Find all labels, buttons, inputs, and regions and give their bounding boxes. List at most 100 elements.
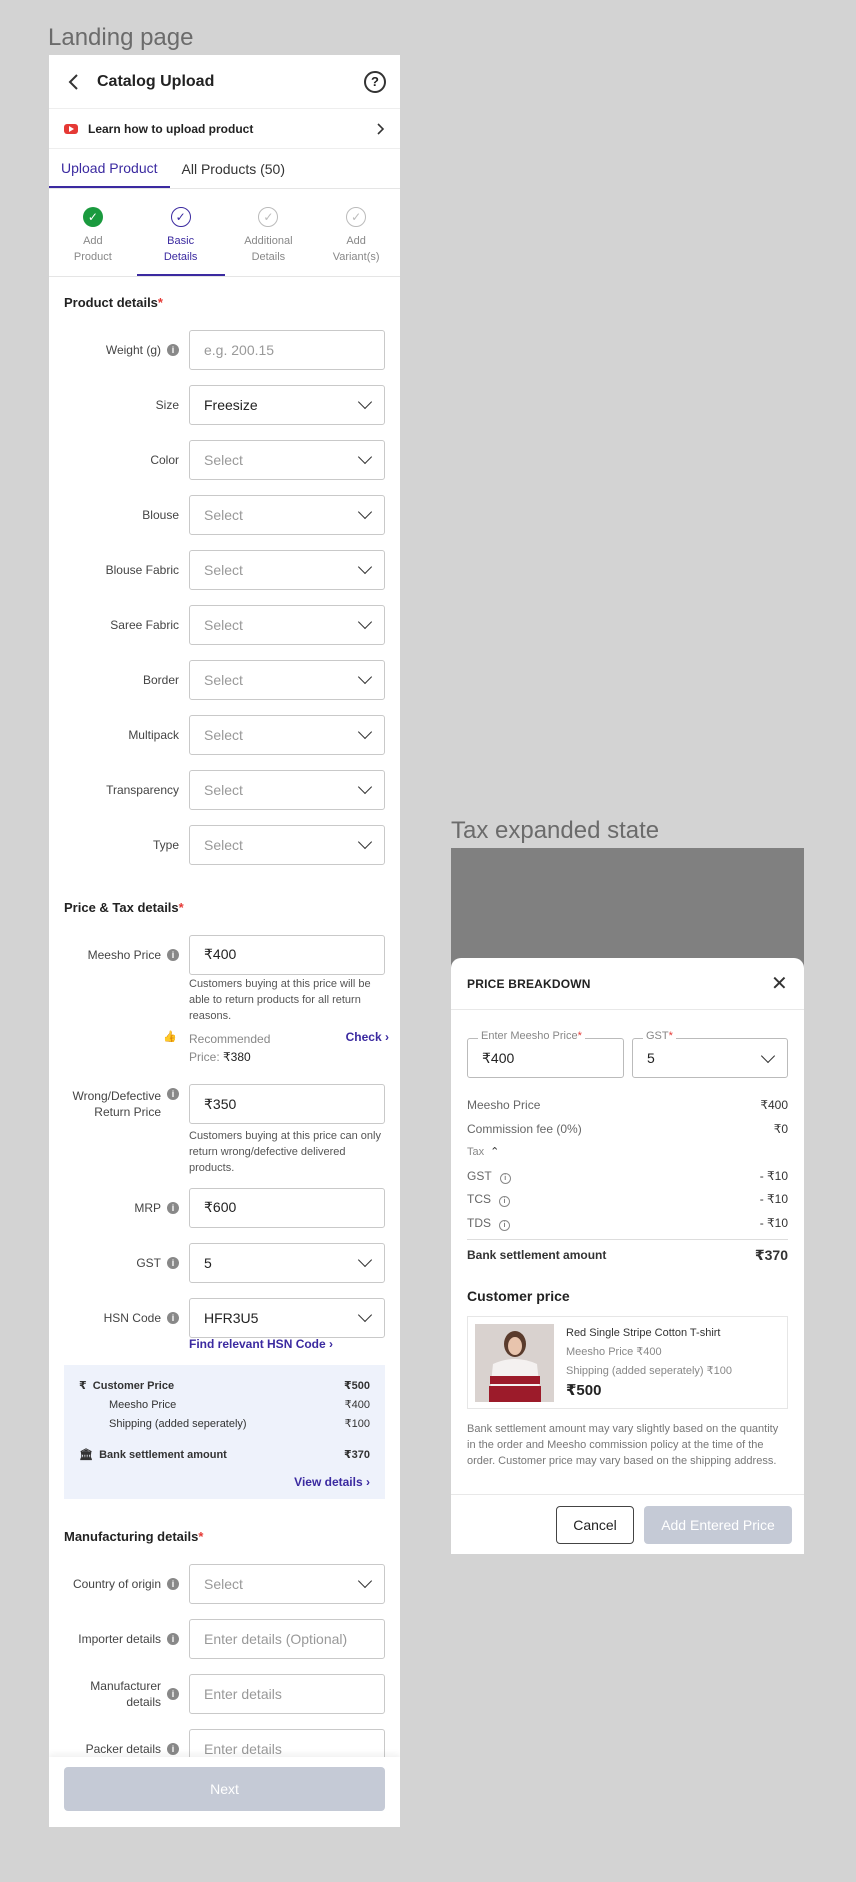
chevron-down-icon	[357, 394, 373, 410]
manufacturer-input[interactable]: Enter details	[189, 1673, 385, 1714]
hsn-select[interactable]: HFR3U5	[189, 1297, 385, 1338]
blouse-fabric-select[interactable]: Select	[189, 549, 385, 590]
summary-label: Meesho Price	[109, 1399, 177, 1411]
info-icon[interactable]: i	[167, 1201, 179, 1214]
breakdown-line: GST i - ₹10	[467, 1168, 788, 1184]
bank-icon: 🏛	[79, 1449, 93, 1461]
info-icon[interactable]: i	[167, 1577, 179, 1590]
step-label: Details	[251, 251, 286, 263]
tab-all-products[interactable]: All Products (50)	[170, 149, 297, 188]
transparency-select[interactable]: Select	[189, 769, 385, 810]
step-label: Basic	[167, 235, 195, 247]
next-button[interactable]: Next	[64, 1767, 385, 1811]
info-icon[interactable]: i	[167, 1687, 179, 1700]
field-row-manufacturer: Manufacturer details i Enter details	[49, 1666, 400, 1721]
info-icon[interactable]: i	[167, 1632, 179, 1645]
country-select[interactable]: Select	[189, 1563, 385, 1604]
field-label: Return Price	[94, 1105, 161, 1119]
multipack-select[interactable]: Select	[189, 714, 385, 755]
importer-input[interactable]: Enter details (Optional)	[189, 1618, 385, 1659]
field-value: 5	[647, 1050, 655, 1066]
learn-upload-text: Learn how to upload product	[88, 121, 254, 136]
field-row-importer: Importer details i Enter details (Optiona…	[49, 1611, 400, 1666]
step-progress: ✓ Add Product ✓ Basic Details ✓ Addition…	[49, 189, 400, 277]
gst-select[interactable]: 5	[189, 1242, 385, 1283]
mrp-input[interactable]: ₹600	[189, 1187, 385, 1228]
color-select[interactable]: Select	[189, 439, 385, 480]
blouse-select[interactable]: Select	[189, 494, 385, 535]
info-icon[interactable]: i	[167, 1311, 179, 1324]
field-caption: Enter Meesho Price*	[478, 1030, 585, 1042]
section-title-product-details: Product details*	[64, 295, 163, 310]
page-title: Catalog Upload	[97, 72, 215, 90]
product-meesho-price: Meesho Price ₹400	[566, 1345, 662, 1358]
rec-price-label: Price:	[189, 1050, 220, 1064]
step-additional-details[interactable]: ✓ Additional Details	[225, 189, 313, 276]
summary-value: ₹400	[344, 1399, 370, 1411]
type-select[interactable]: Select	[189, 824, 385, 865]
info-icon[interactable]: i	[167, 1088, 179, 1100]
chevron-right-icon	[377, 122, 385, 135]
field-label: Type	[152, 837, 179, 852]
meesho-price-help: Customers buying at this price will be a…	[189, 978, 371, 1022]
thumbs-up-icon: 👍	[163, 1031, 177, 1043]
frame-label-tax: Tax expanded state	[451, 817, 660, 844]
weight-input[interactable]: e.g. 200.15	[189, 329, 385, 370]
meesho-price-input[interactable]: ₹400	[189, 934, 385, 975]
field-label: GST	[136, 1255, 161, 1270]
step-label: Details	[163, 251, 198, 263]
tab-upload-product[interactable]: Upload Product	[49, 149, 170, 188]
gst-field[interactable]: GST* 5	[632, 1030, 788, 1078]
info-icon[interactable]: i	[167, 1256, 179, 1269]
field-label: Packer details	[85, 1741, 161, 1756]
learn-upload-link[interactable]: Learn how to upload product	[49, 109, 400, 149]
breakdown-list: Meesho Price ₹400 Commission fee (0%) ₹0 T…	[451, 1094, 804, 1268]
info-icon[interactable]: i	[499, 1172, 511, 1184]
settlement-note: Bank settlement amount may vary slightly…	[467, 1422, 779, 1467]
field-row-wrong-price: Wrong/Defective Return Price i ₹350	[49, 1072, 400, 1136]
step-basic-details[interactable]: ✓ Basic Details	[136, 189, 225, 276]
tax-toggle[interactable]: Tax ⌃	[467, 1141, 788, 1165]
field-row-blouse-fabric: Blouse Fabric Select	[49, 542, 400, 597]
info-icon[interactable]: i	[499, 1196, 510, 1208]
summary-label: Bank settlement amount	[99, 1449, 227, 1461]
step-label: Variant(s)	[332, 251, 380, 263]
info-icon[interactable]: i	[167, 948, 179, 961]
help-icon[interactable]: ?	[364, 70, 386, 93]
add-entered-price-button[interactable]: Add Entered Price	[644, 1505, 792, 1544]
back-arrow-icon[interactable]	[63, 71, 85, 93]
saree-fabric-select[interactable]: Select	[189, 604, 385, 645]
info-icon[interactable]: i	[167, 343, 179, 356]
size-select[interactable]: Freesize	[189, 384, 385, 425]
summary-label: Customer Price	[92, 1380, 175, 1392]
step-add-variants[interactable]: ✓ Add Variant(s)	[312, 189, 400, 276]
check-link[interactable]: Check ›	[346, 1030, 389, 1066]
field-row-type: Type Select	[49, 817, 400, 872]
meesho-price-field[interactable]: Enter Meesho Price* ₹400	[467, 1030, 624, 1078]
field-row-size: Size Freesize	[49, 377, 400, 432]
field-label: Size	[155, 397, 179, 412]
price-input-row: Enter Meesho Price* ₹400 GST* 5	[451, 1030, 804, 1078]
wrong-return-price-input[interactable]: ₹350	[189, 1084, 385, 1124]
field-value: ₹400	[482, 1049, 515, 1066]
field-label: Multipack	[128, 727, 179, 742]
rupee-icon: ₹	[79, 1380, 87, 1392]
step-label: Add	[83, 235, 103, 247]
field-row-transparency: Transparency Select	[49, 762, 400, 817]
field-label: Weight (g)	[105, 342, 161, 357]
close-icon[interactable]: ✕	[771, 971, 788, 996]
find-hsn-link[interactable]: Find relevant HSN Code ›	[189, 1337, 400, 1351]
step-label: Add	[346, 235, 366, 247]
price-breakdown-sheet: PRICE BREAKDOWN ✕ Enter Meesho Price* ₹4…	[451, 958, 804, 1554]
border-select[interactable]: Select	[189, 659, 385, 700]
field-row-country: Country of origin i Select	[49, 1556, 400, 1611]
sheet-title: PRICE BREAKDOWN	[467, 976, 591, 991]
chevron-down-icon	[357, 834, 373, 850]
view-details-link[interactable]: View details ›	[79, 1475, 370, 1489]
bank-settlement-line: Bank settlement amount ₹370	[467, 1239, 788, 1268]
info-icon[interactable]: i	[167, 1742, 179, 1755]
cancel-button[interactable]: Cancel	[556, 1505, 634, 1544]
tax-expanded-frame: PRICE BREAKDOWN ✕ Enter Meesho Price* ₹4…	[451, 848, 804, 1554]
step-add-product[interactable]: ✓ Add Product	[49, 189, 137, 276]
info-icon[interactable]: i	[499, 1219, 510, 1231]
